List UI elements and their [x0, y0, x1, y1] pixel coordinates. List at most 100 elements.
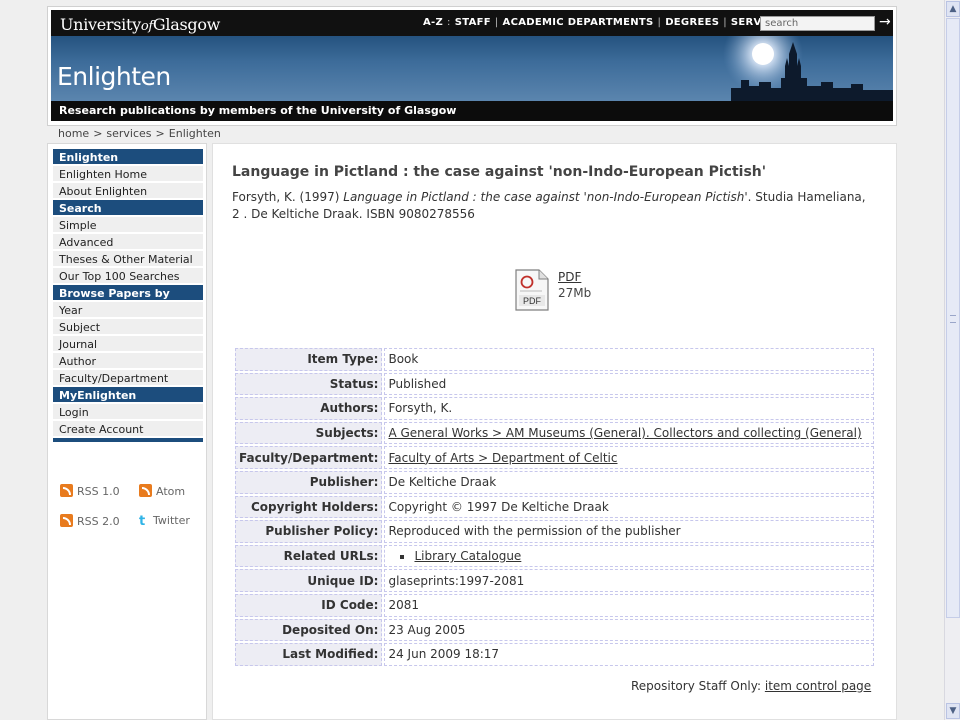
- nav-item-enlighten-home[interactable]: Enlighten Home: [53, 166, 203, 183]
- scroll-grip-icon: [950, 315, 956, 323]
- metadata-table: Item Type: Book Status: Published Authors: Fo…: [233, 346, 876, 668]
- metadata-key: Subjects:: [235, 421, 383, 445]
- nav-sep: |: [494, 17, 499, 28]
- metadata-value: Forsyth, K.: [388, 401, 453, 416]
- table-row: Status: Published: [235, 372, 875, 396]
- table-row: Publisher Policy: Reproduced with the per…: [235, 520, 875, 543]
- citation: Forsyth, K. (1997) Language in Pictland …: [232, 189, 872, 223]
- search-go-icon[interactable]: →: [879, 14, 891, 30]
- metadata-value: Copyright © 1997 De Keltiche Draak: [388, 499, 609, 514]
- metadata-key: Faculty/Department:: [235, 446, 383, 469]
- metadata-value: Reproduced with the permission of the pu…: [388, 524, 681, 539]
- nav-item-author[interactable]: Author: [53, 353, 203, 370]
- metadata-key: Publisher:: [235, 470, 383, 494]
- metadata-value-cell: Published: [384, 372, 875, 396]
- nav-end-bar: [53, 438, 203, 442]
- pdf-file-size: 27Mb: [558, 286, 592, 300]
- staff-only: Repository Staff Only: item control page: [631, 679, 871, 693]
- metadata-value-cell: De Keltiche Draak: [384, 470, 875, 494]
- nav-item-advanced[interactable]: Advanced: [53, 234, 203, 251]
- nav-item-about-enlighten[interactable]: About Enlighten: [53, 183, 203, 200]
- nav-item-theses[interactable]: Theses & Other Material: [53, 251, 203, 268]
- top-bar: UniversityofGlasgow A-Z: STAFF | ACADEMIC D…: [51, 10, 893, 36]
- table-row: Authors: Forsyth, K.: [235, 397, 875, 420]
- pdf-file-icon[interactable]: PDF: [515, 269, 549, 311]
- scroll-up-icon[interactable]: ▲: [946, 1, 960, 17]
- nav-item-create-account[interactable]: Create Account: [53, 421, 203, 438]
- metadata-value-link[interactable]: Faculty of Arts > Department of Celtic: [388, 451, 617, 465]
- citation-author: Forsyth, K. (1997): [232, 190, 344, 204]
- metadata-value-cell: 23 Aug 2005: [384, 618, 875, 642]
- scroll-thumb[interactable]: [946, 18, 960, 618]
- metadata-key: Last Modified:: [235, 643, 383, 666]
- breadcrumb: home > services > Enlighten: [58, 127, 221, 140]
- metadata-key: Status:: [235, 372, 383, 396]
- nav-heading-search: Search: [53, 200, 203, 217]
- atom-link[interactable]: Atom: [139, 484, 185, 498]
- item-control-page-link[interactable]: item control page: [765, 679, 871, 693]
- tagline: Research publications by members of the …: [51, 101, 893, 121]
- metadata-key: Deposited On:: [235, 618, 383, 642]
- atom-feed-icon: [139, 484, 152, 497]
- scroll-down-icon[interactable]: ▼: [946, 703, 960, 719]
- metadata-key: Authors:: [235, 397, 383, 420]
- table-row: Copyright Holders: Copyright © 1997 De Ke…: [235, 495, 875, 519]
- metadata-key: Copyright Holders:: [235, 495, 383, 519]
- vertical-scrollbar[interactable]: ▲ ▼: [944, 0, 960, 720]
- atom-label: Atom: [156, 485, 186, 498]
- pdf-download-link[interactable]: PDF: [558, 270, 581, 284]
- breadcrumb-home[interactable]: home: [58, 127, 89, 140]
- table-row: Last Modified: 24 Jun 2009 18:17: [235, 643, 875, 666]
- nav-item-journal[interactable]: Journal: [53, 336, 203, 353]
- metadata-value-cell: A General Works > AM Museums (General). …: [384, 421, 875, 445]
- nav-item-faculty[interactable]: Faculty/Department: [53, 370, 203, 387]
- banner: Enlighten: [51, 36, 893, 101]
- metadata-value-cell: 2081: [384, 593, 875, 617]
- nav-item-login[interactable]: Login: [53, 404, 203, 421]
- cathedral-skyline-image: [723, 36, 893, 101]
- breadcrumb-enlighten[interactable]: Enlighten: [169, 127, 221, 140]
- university-logo[interactable]: UniversityofGlasgow: [60, 15, 220, 34]
- nav-item-subject[interactable]: Subject: [53, 319, 203, 336]
- nav-item-year[interactable]: Year: [53, 302, 203, 319]
- nav-degrees[interactable]: DEGREES: [665, 17, 719, 28]
- nav-item-top-100[interactable]: Our Top 100 Searches: [53, 268, 203, 285]
- metadata-key: Publisher Policy:: [235, 520, 383, 543]
- table-row: Deposited On: 23 Aug 2005: [235, 618, 875, 642]
- table-row: Faculty/Department: Faculty of Arts > Dep…: [235, 446, 875, 469]
- rss2-link[interactable]: RSS 2.0: [60, 514, 120, 528]
- citation-title: Language in Pictland : the case against …: [343, 190, 748, 204]
- metadata-value-cell: Faculty of Arts > Department of Celtic: [384, 446, 875, 469]
- metadata-value-link[interactable]: A General Works > AM Museums (General). …: [388, 426, 861, 440]
- metadata-key: ID Code:: [235, 593, 383, 617]
- top-nav: A-Z:STAFF|ACADEMIC DEPARTMENTS|DEGREES|S…: [421, 17, 798, 28]
- metadata-key: Related URLs:: [235, 544, 383, 568]
- logo-text: University: [60, 15, 141, 34]
- nav-item-simple[interactable]: Simple: [53, 217, 203, 234]
- rss1-link[interactable]: RSS 1.0: [60, 484, 120, 498]
- metadata-value: glaseprints:1997-2081: [388, 573, 525, 588]
- rss2-label: RSS 2.0: [77, 515, 120, 528]
- metadata-value-cell: Reproduced with the permission of the pu…: [384, 520, 875, 543]
- sidebar: Enlighten Enlighten Home About Enlighten…: [47, 143, 207, 720]
- metadata-value-link[interactable]: Library Catalogue: [414, 549, 521, 563]
- nav-az[interactable]: A-Z: [423, 17, 443, 28]
- metadata-value-cell: Book: [384, 348, 875, 371]
- metadata-value-cell: Forsyth, K.: [384, 397, 875, 420]
- nav-sep: |: [723, 17, 727, 28]
- rss-icon: [60, 514, 73, 527]
- nav-academic-departments[interactable]: ACADEMIC DEPARTMENTS: [503, 17, 654, 28]
- search-input[interactable]: search: [760, 16, 875, 31]
- breadcrumb-services[interactable]: services: [106, 127, 151, 140]
- table-row: ID Code: 2081: [235, 593, 875, 617]
- logo-of: of: [140, 19, 153, 34]
- twitter-link[interactable]: t Twitter: [139, 514, 190, 529]
- metadata-key: Unique ID:: [235, 569, 383, 592]
- twitter-icon: t: [139, 514, 146, 529]
- metadata-value: 23 Aug 2005: [388, 622, 466, 637]
- metadata-value-cell: Library Catalogue: [384, 544, 875, 568]
- metadata-value: De Keltiche Draak: [388, 475, 497, 490]
- rss1-label: RSS 1.0: [77, 485, 120, 498]
- side-nav: Enlighten Enlighten Home About Enlighten…: [53, 149, 203, 442]
- nav-staff[interactable]: STAFF: [455, 17, 491, 28]
